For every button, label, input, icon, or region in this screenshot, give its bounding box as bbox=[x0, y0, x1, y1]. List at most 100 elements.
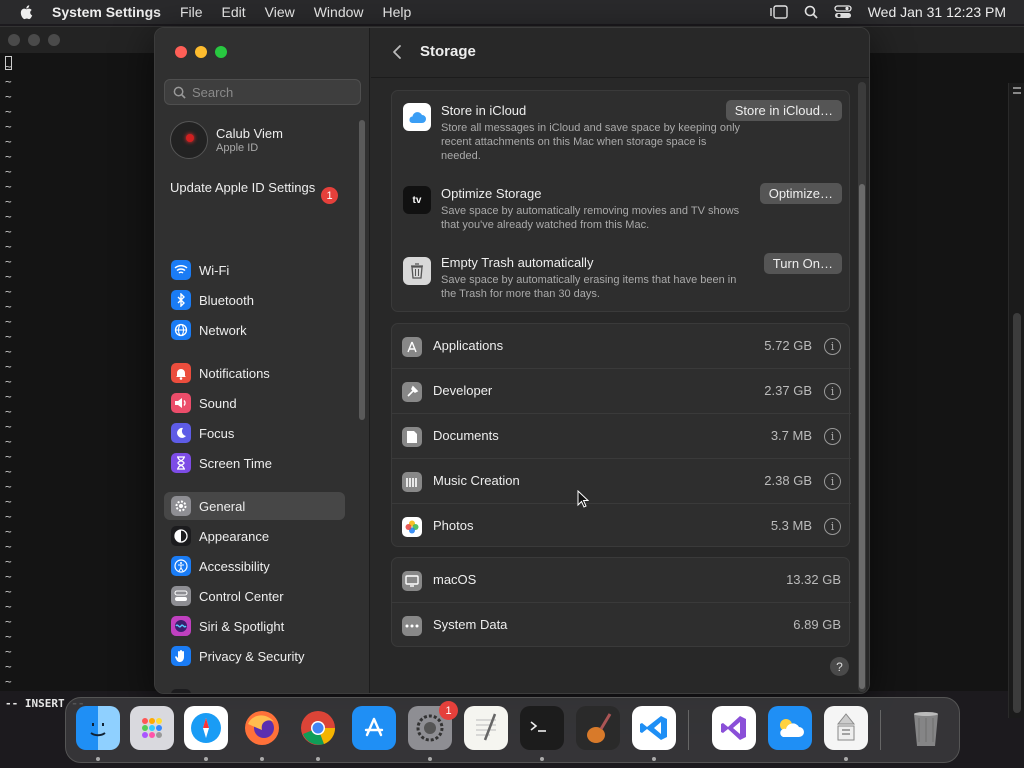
menu-file[interactable]: File bbox=[180, 4, 203, 20]
running-indicator bbox=[652, 757, 656, 761]
sidebar-item-sound[interactable]: Sound bbox=[164, 389, 345, 417]
info-icon[interactable]: i bbox=[824, 338, 841, 355]
sidebar-item-label: Wi-Fi bbox=[199, 262, 230, 278]
apple-tv-icon: tv bbox=[403, 186, 431, 214]
search-input[interactable] bbox=[192, 84, 352, 100]
sidebar-item-siri-spotlight[interactable]: Siri & Spotlight bbox=[164, 612, 345, 640]
sidebar-scrollbar[interactable] bbox=[359, 120, 365, 420]
row-size: 5.3 MB bbox=[770, 518, 812, 533]
info-icon[interactable]: i bbox=[824, 518, 841, 535]
trash-icon[interactable] bbox=[904, 706, 948, 750]
terminal-minimize-button[interactable] bbox=[28, 34, 40, 46]
row-size: 6.89 GB bbox=[793, 617, 841, 632]
control-center-icon[interactable] bbox=[834, 5, 852, 19]
sidebar-item-label: Accessibility bbox=[199, 558, 270, 574]
search-icon bbox=[173, 86, 186, 99]
visual-studio-icon[interactable] bbox=[712, 706, 756, 750]
menu-clock[interactable]: Wed Jan 31 12:23 PM bbox=[868, 4, 1006, 20]
accessibility-icon bbox=[171, 556, 191, 576]
sidebar-item-notifications[interactable]: Notifications bbox=[164, 359, 345, 387]
content-scrollbar[interactable] bbox=[858, 82, 866, 692]
info-icon[interactable]: i bbox=[824, 428, 841, 445]
launchpad-icon[interactable] bbox=[130, 706, 174, 750]
finder-icon[interactable] bbox=[76, 706, 120, 750]
sidebar-item-general[interactable]: General bbox=[164, 492, 345, 520]
menu-help[interactable]: Help bbox=[383, 4, 412, 20]
sidebar-item-wi-fi[interactable]: Wi-Fi bbox=[164, 256, 345, 284]
storage-row-applications[interactable]: Applications 5.72 GB i bbox=[392, 324, 851, 369]
help-button[interactable]: ? bbox=[830, 657, 849, 676]
archive-utility-icon[interactable] bbox=[824, 706, 868, 750]
vscode-icon[interactable] bbox=[632, 706, 676, 750]
sidebar-item-focus[interactable]: Focus bbox=[164, 419, 345, 447]
sidebar-item-privacy-security[interactable]: Privacy & Security bbox=[164, 642, 345, 670]
storage-row-macos: macOS 13.32 GB bbox=[392, 558, 851, 603]
garageband-icon[interactable] bbox=[576, 706, 620, 750]
terminal-icon[interactable] bbox=[520, 706, 564, 750]
control-center-icon bbox=[171, 586, 191, 606]
close-button[interactable] bbox=[175, 46, 187, 58]
stage-manager-icon[interactable] bbox=[770, 5, 788, 19]
sidebar-item-label: Network bbox=[199, 322, 247, 338]
page-title: Storage bbox=[420, 43, 476, 60]
sidebar-item-control-center[interactable]: Control Center bbox=[164, 582, 345, 610]
terminal-scrollbar[interactable] bbox=[1008, 83, 1024, 718]
storage-row-documents[interactable]: Documents 3.7 MB i bbox=[392, 414, 851, 459]
menu-app-name[interactable]: System Settings bbox=[52, 4, 161, 20]
sidebar-item-bluetooth[interactable]: Bluetooth bbox=[164, 286, 345, 314]
optimize-button[interactable]: Optimize… bbox=[759, 183, 842, 204]
storage-row-developer[interactable]: Developer 2.37 GB i bbox=[392, 369, 851, 414]
app-store-icon[interactable] bbox=[352, 706, 396, 750]
firefox-icon[interactable] bbox=[240, 706, 284, 750]
safari-icon[interactable] bbox=[184, 706, 228, 750]
minimize-button[interactable] bbox=[195, 46, 207, 58]
menu-edit[interactable]: Edit bbox=[222, 4, 246, 20]
menu-window[interactable]: Window bbox=[314, 4, 364, 20]
content-scroll-thumb[interactable] bbox=[859, 184, 865, 689]
recommendation-description: Save space by automatically erasing item… bbox=[441, 274, 737, 300]
chrome-icon[interactable] bbox=[296, 706, 340, 750]
zoom-button[interactable] bbox=[215, 46, 227, 58]
sidebar-item-label: Appearance bbox=[199, 528, 270, 544]
back-chevron-icon[interactable] bbox=[389, 43, 407, 61]
info-icon[interactable]: i bbox=[824, 383, 841, 400]
turn-on-button[interactable]: Turn On… bbox=[763, 253, 842, 274]
search-icon[interactable] bbox=[804, 5, 818, 19]
storage-row-music-creation[interactable]: Music Creation 2.38 GB i bbox=[392, 459, 851, 504]
sidebar-item-label: Notifications bbox=[199, 365, 270, 381]
update-apple-id-settings[interactable]: Update Apple ID Settings bbox=[170, 180, 330, 196]
settings-update-badge: 1 bbox=[439, 701, 458, 720]
storage-pane: Storage Store in iCloud Store all messag… bbox=[371, 28, 869, 693]
terminal-zoom-button[interactable] bbox=[48, 34, 60, 46]
info-icon[interactable]: i bbox=[824, 473, 841, 490]
mouse-pointer-icon bbox=[577, 490, 589, 508]
sidebar-item-network[interactable]: Network bbox=[164, 316, 345, 344]
sidebar-item-desktop-dock[interactable]: Desktop & Dock bbox=[164, 685, 345, 693]
bluetooth-icon bbox=[171, 290, 191, 310]
sidebar-item-appearance[interactable]: Appearance bbox=[164, 522, 345, 550]
row-label: Music Creation bbox=[433, 473, 520, 488]
apple-id-profile[interactable]: Calub Viem Apple ID bbox=[170, 120, 360, 160]
row-label: Developer bbox=[433, 383, 493, 398]
siri-icon bbox=[171, 616, 191, 636]
menu-view[interactable]: View bbox=[265, 4, 295, 20]
storage-row-photos[interactable]: Photos 5.3 MB i bbox=[392, 504, 851, 549]
sidebar-item-accessibility[interactable]: Accessibility bbox=[164, 552, 345, 580]
store-in-icloud-button[interactable]: Store in iCloud… bbox=[725, 100, 842, 121]
terminal-scroll-thumb[interactable] bbox=[1013, 313, 1021, 713]
running-indicator bbox=[428, 757, 432, 761]
gear-icon bbox=[171, 496, 191, 516]
apple-menu-icon[interactable] bbox=[18, 3, 36, 21]
weather-icon[interactable] bbox=[768, 706, 812, 750]
dock-separator bbox=[688, 710, 689, 750]
sidebar-item-screen-time[interactable]: Screen Time bbox=[164, 449, 345, 477]
search-field[interactable] bbox=[164, 79, 361, 105]
sidebar-item-label: Screen Time bbox=[199, 455, 272, 471]
row-size: 5.72 GB bbox=[764, 338, 812, 353]
textedit-icon[interactable] bbox=[464, 706, 508, 750]
terminal-close-button[interactable] bbox=[8, 34, 20, 46]
music-creation-icon bbox=[402, 472, 422, 492]
hamburger-icon[interactable] bbox=[1013, 87, 1021, 94]
applications-icon bbox=[402, 337, 422, 357]
profile-subtitle: Apple ID bbox=[216, 142, 259, 154]
